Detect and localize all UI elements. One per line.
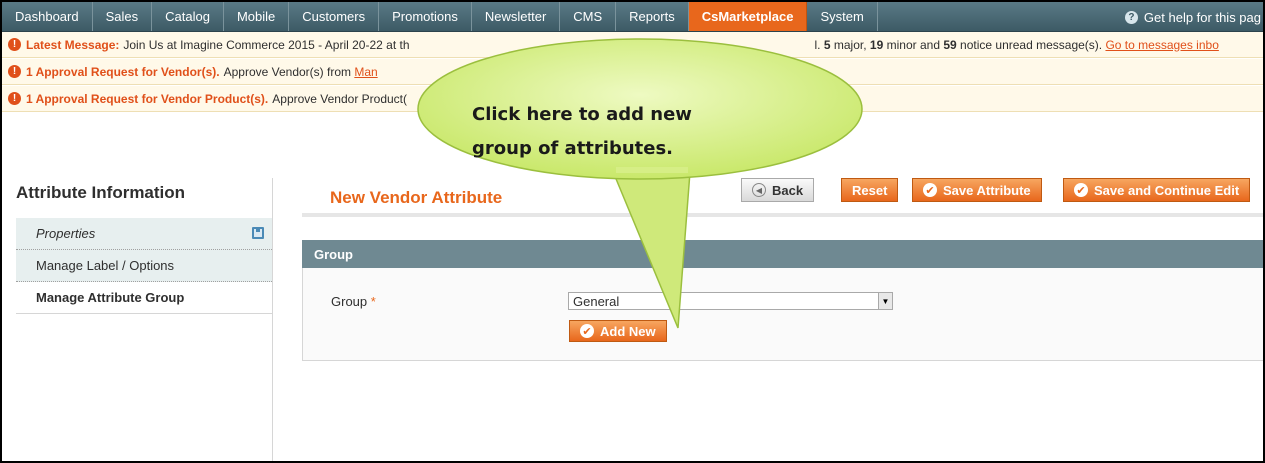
check-icon: ✔: [1074, 183, 1088, 197]
latest-message-label: Latest Message:: [26, 37, 120, 52]
nav-promotions[interactable]: Promotions: [379, 2, 472, 31]
nav-customers[interactable]: Customers: [289, 2, 380, 31]
messages-inbox-link[interactable]: Go to messages inbo: [1105, 38, 1218, 52]
nav-mobile[interactable]: Mobile: [224, 2, 290, 31]
nav-cms[interactable]: CMS: [560, 2, 617, 31]
major-text: major,: [833, 37, 867, 52]
add-new-group-button[interactable]: ✔ Add New: [569, 320, 667, 342]
sidebar-divider: [272, 178, 273, 461]
tab-manage-attribute-group[interactable]: Manage Attribute Group: [16, 282, 272, 314]
nav-reports[interactable]: Reports: [616, 2, 689, 31]
back-button[interactable]: ◀ Back: [741, 178, 815, 202]
vendor-approval-bar: ! 1 Approval Request for Vendor(s). Appr…: [2, 59, 1263, 85]
top-nav: Dashboard Sales Catalog Mobile Customers…: [2, 2, 1263, 32]
help-link[interactable]: ? Get help for this pag: [1124, 2, 1263, 32]
tab-manage-label-options-label: Manage Label / Options: [36, 258, 175, 273]
group-label-text: Group: [331, 294, 368, 309]
dropdown-arrow-icon: ▼: [878, 293, 892, 309]
group-section-header: Group: [302, 240, 1263, 268]
manage-vendors-link[interactable]: Man: [354, 65, 377, 79]
alert-icon: !: [8, 38, 21, 51]
notice-count: 59: [943, 37, 957, 52]
help-label: Get help for this pag: [1143, 9, 1261, 25]
nav-csmarketplace[interactable]: CsMarketplace: [688, 2, 808, 31]
major-count: 5: [823, 37, 831, 52]
tab-manage-label-options[interactable]: Manage Label / Options: [16, 250, 272, 282]
group-field-label: Group *: [331, 294, 376, 309]
notice-text: notice unread message(s).: [960, 37, 1103, 52]
product-approval-label: 1 Approval Request for Vendor Product(s)…: [26, 91, 269, 106]
add-new-label: Add New: [600, 323, 656, 339]
tab-properties[interactable]: Properties: [16, 218, 272, 250]
check-icon: ✔: [923, 183, 937, 197]
vendor-approval-text: Approve Vendor(s) from: [223, 64, 351, 79]
save-attribute-button[interactable]: ✔ Save Attribute: [912, 178, 1042, 202]
back-arrow-icon: ◀: [752, 183, 766, 197]
reset-button[interactable]: Reset: [841, 178, 899, 202]
nav-newsletter[interactable]: Newsletter: [472, 2, 561, 31]
nav-dashboard[interactable]: Dashboard: [2, 2, 93, 31]
screenshot-frame: Dashboard Sales Catalog Mobile Customers…: [0, 0, 1265, 463]
sidebar-title: Attribute Information: [16, 183, 186, 202]
reset-button-label: Reset: [852, 182, 888, 198]
check-icon: ✔: [580, 324, 594, 338]
alert-icon: !: [8, 92, 21, 105]
callout-line-1: Click here to add new: [472, 104, 692, 125]
nav-sales[interactable]: Sales: [93, 2, 153, 31]
minor-count: 19: [869, 37, 884, 52]
group-select[interactable]: General ▼: [568, 292, 893, 310]
latest-message-bar: ! Latest Message: Join Us at Imagine Com…: [2, 32, 1263, 58]
tab-properties-label: Properties: [36, 226, 96, 241]
callout-line-2: group of attributes.: [472, 138, 674, 159]
callout-text: Click here to add new group of attribute…: [472, 98, 802, 166]
tab-manage-attribute-group-label: Manage Attribute Group: [36, 290, 185, 305]
product-approval-text: Approve Vendor Product(: [272, 91, 408, 106]
sidebar-tabs: Properties Manage Label / Options Manage…: [16, 218, 272, 314]
required-mark: *: [370, 294, 376, 309]
save-attribute-label: Save Attribute: [943, 182, 1031, 198]
latest-message-text: Join Us at Imagine Commerce 2015 - April…: [123, 37, 410, 52]
vendor-approval-label: 1 Approval Request for Vendor(s).: [26, 64, 220, 79]
group-section-body: [302, 268, 1263, 361]
title-divider: [302, 213, 1263, 217]
save-continue-label: Save and Continue Edit: [1094, 182, 1240, 198]
nav-catalog[interactable]: Catalog: [152, 2, 224, 31]
help-icon: ?: [1124, 10, 1138, 24]
nav-system[interactable]: System: [807, 2, 878, 31]
save-continue-button[interactable]: ✔ Save and Continue Edit: [1063, 178, 1251, 202]
group-select-value: General: [573, 293, 620, 309]
page-title: New Vendor Attribute: [330, 188, 503, 207]
floppy-disk-icon: [252, 227, 264, 239]
minor-text: minor and: [886, 37, 940, 52]
back-button-label: Back: [772, 182, 804, 198]
latest-message-tail: l.: [814, 37, 821, 52]
alert-icon: !: [8, 65, 21, 78]
